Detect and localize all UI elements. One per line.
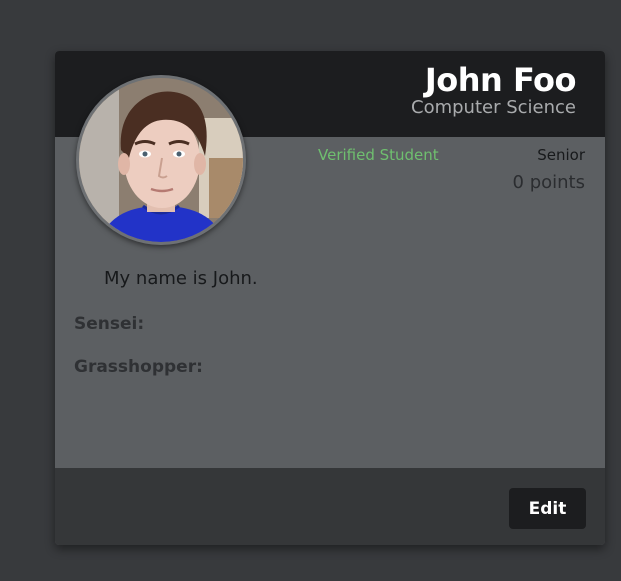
avatar [76, 75, 246, 245]
profile-card: John Foo Computer Science Verified Stude… [55, 51, 605, 545]
grasshopper-label: Grasshopper: [74, 357, 203, 377]
student-year: Senior [537, 146, 585, 164]
sensei-label: Sensei: [74, 314, 145, 334]
profile-major: Computer Science [411, 97, 576, 118]
profile-card-footer: Edit [55, 468, 605, 545]
edit-button[interactable]: Edit [509, 488, 586, 529]
profile-bio: My name is John. [104, 268, 258, 289]
profile-name: John Foo [424, 61, 577, 99]
points-count: 0 points [512, 172, 585, 193]
verified-student-label: Verified Student [318, 146, 439, 164]
avatar-photo [79, 78, 243, 242]
